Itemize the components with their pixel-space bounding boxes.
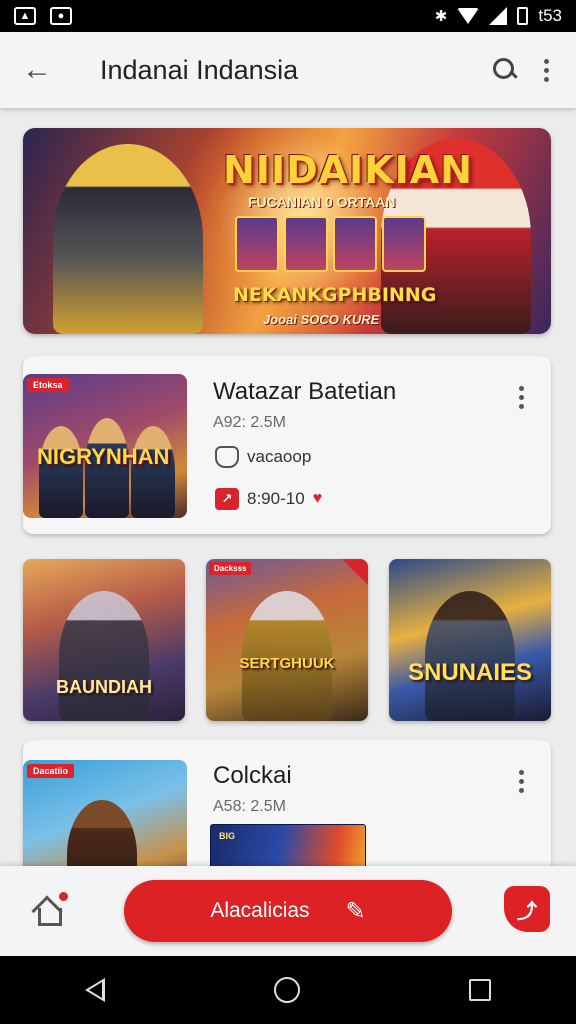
card-feature-row: vacaoop [215,446,311,468]
banner-title: NIIDAIKIAN [223,148,473,192]
page-title: Indanai Indansia [100,54,299,85]
status-bar: ▲ ● ✱ t53 [0,0,576,32]
more-vert-icon[interactable] [511,386,531,409]
card-title: Colckai [213,762,292,789]
tile-corner-badge [342,559,368,585]
primary-action-label: Alacalicias [210,899,310,922]
wifi-icon [457,8,480,24]
bluetooth-icon: ✱ [434,8,448,25]
heart-icon[interactable]: ♥ [313,490,323,508]
thumbnail-ribbon: Dacatiio [27,764,75,778]
tile-ribbon: Dacksss [209,562,252,575]
more-vert-icon[interactable] [536,58,556,82]
app-bar: ← Indanai Indansia [0,32,576,108]
shield-icon [215,446,239,468]
mini-banner-text: BIG [219,831,236,841]
banner-line1: NEKANKGPHBINNG [233,284,437,306]
notification-dot [59,892,68,901]
back-arrow-icon[interactable]: ← [0,32,74,108]
search-icon[interactable] [490,55,520,85]
banner-hero-left [53,144,203,334]
grid-tile[interactable]: BAUNDIAH [23,559,185,721]
card-rating-text: 8:90-10 [247,489,305,508]
tile-character [425,591,515,721]
card-rating-row: ↗ 8:90-10 ♥ [215,488,322,510]
tile-caption: SERTGHUUK [239,655,335,672]
battery-icon [517,7,529,25]
card-title: Watazar Batetian [213,378,397,405]
more-vert-icon[interactable] [511,770,531,793]
nav-recents-icon[interactable] [469,979,492,1001]
list-item[interactable]: Etoksa NIGRYNHAN Watazar Batetian A92: 2… [23,356,551,534]
tag-icon: ↗ [215,488,239,510]
banner-subtitle: FUCANIAN 0 ORTAAN [248,194,396,210]
thumbnail-caption: NIGRYNHAN [37,444,170,469]
tile-caption: SNUNAIES [407,659,533,686]
nav-back-icon[interactable] [84,978,105,1002]
gallery-notification-icon: ▲ [14,7,36,25]
banner-character-cards [235,216,426,272]
pencil-icon: ✎ [345,897,366,925]
grid-tile[interactable]: SNUNAIES [389,559,551,721]
grid-tile[interactable]: Dacksss SERTGHUUK [206,559,368,721]
nav-home-icon[interactable] [273,977,300,1003]
tile-character [59,591,149,721]
card-meta: A58: 2.5M [213,798,286,815]
signal-icon [489,7,508,25]
game-grid: BAUNDIAH Dacksss SERTGHUUK SNUNAIES [23,559,551,721]
system-nav-bar [0,956,576,1024]
game-thumbnail: Etoksa NIGRYNHAN [23,374,187,518]
tile-caption: BAUNDIAH [56,677,152,697]
banner-line2: Jooai SOCO KURE [263,312,380,327]
share-icon[interactable]: ⤴ [504,886,550,932]
card-meta: A92: 2.5M [213,414,286,431]
card-feature-text: vacaoop [247,447,312,466]
home-icon[interactable] [30,890,70,930]
bottom-bar: Alacalicias ✎ ⤴ [0,866,576,956]
primary-action-button[interactable]: Alacalicias ✎ [124,880,452,942]
featured-banner[interactable]: NIIDAIKIAN FUCANIAN 0 ORTAAN NEKANKGPHBI… [23,128,551,334]
camera-notification-icon: ● [50,7,72,25]
status-time: t53 [538,6,562,25]
thumbnail-ribbon: Etoksa [27,378,69,392]
